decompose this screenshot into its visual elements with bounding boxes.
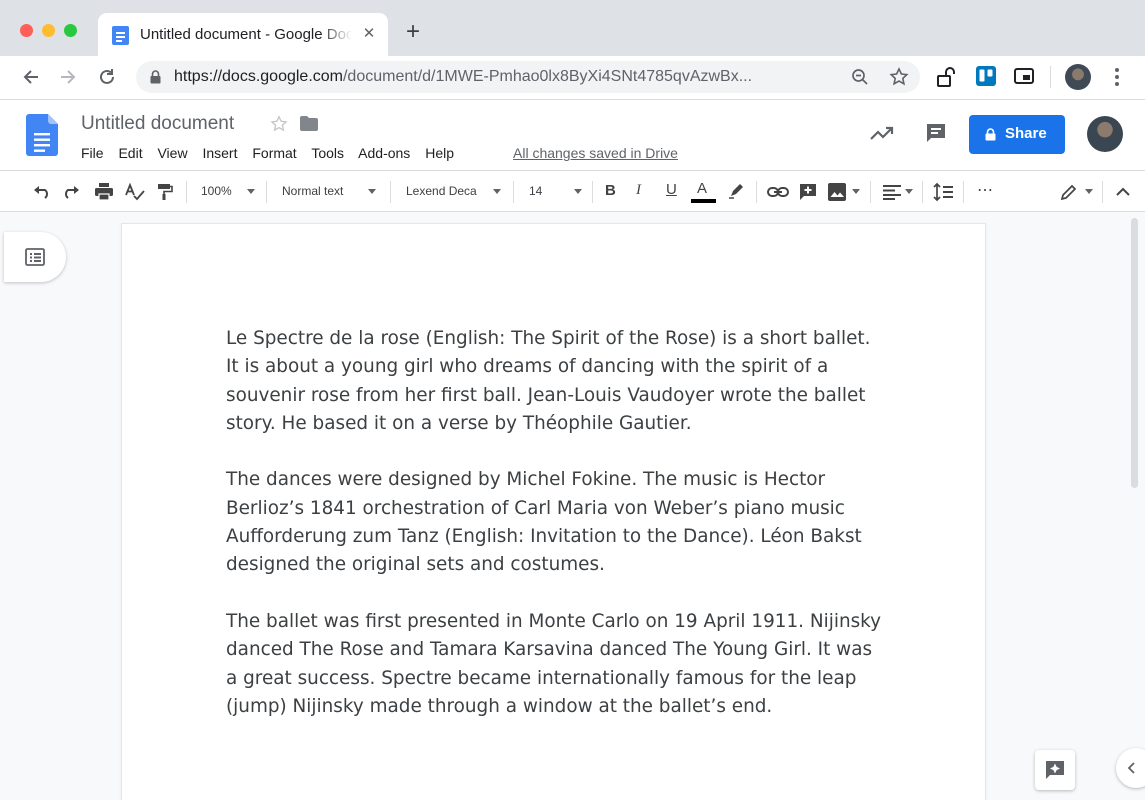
trello-extension-icon[interactable] [976, 66, 996, 86]
explore-button[interactable] [1035, 750, 1075, 790]
menu-insert[interactable]: Insert [202, 145, 237, 161]
back-button[interactable] [20, 66, 42, 88]
bookmark-star-icon[interactable] [889, 67, 909, 87]
italic-button[interactable]: I [636, 182, 641, 199]
docs-tab-icon [112, 26, 129, 45]
more-tools-button[interactable]: ⋯ [977, 180, 993, 200]
zoom-dropdown-icon[interactable] [247, 189, 255, 194]
forward-arrow-icon [61, 70, 76, 84]
browser-tab[interactable]: Untitled document - Google Docs ✕ [98, 13, 388, 56]
profile-avatar[interactable] [1065, 64, 1091, 90]
chevron-left-icon [1127, 762, 1135, 774]
font-dropdown-icon[interactable] [493, 189, 501, 194]
line-spacing-icon[interactable] [933, 182, 953, 202]
zoom-icon[interactable] [851, 68, 869, 86]
vertical-scrollbar[interactable] [1131, 218, 1138, 488]
forward-button[interactable] [57, 66, 79, 88]
docs-logo-icon[interactable] [26, 114, 58, 156]
outline-list-icon [25, 248, 45, 266]
browser-menu-icon[interactable] [1110, 66, 1124, 88]
hide-menus-chevron-up-icon[interactable] [1115, 186, 1131, 198]
menu-view[interactable]: View [157, 145, 187, 161]
text-color-swatch [691, 199, 716, 203]
font-select[interactable]: Lexend Deca [406, 184, 477, 198]
share-button[interactable]: Share [969, 115, 1065, 154]
undo-icon[interactable] [33, 185, 51, 199]
star-icon[interactable] [270, 115, 288, 133]
document-title[interactable]: Untitled document [81, 113, 234, 135]
menu-tools[interactable]: Tools [311, 145, 344, 161]
paragraph[interactable]: Le Spectre de la rose (English: The Spir… [226, 325, 886, 438]
spellcheck-icon[interactable] [124, 183, 146, 201]
editing-mode-dropdown-icon[interactable] [1085, 189, 1093, 194]
browser-tab-strip: Untitled document - Google Docs ✕ + [0, 0, 1145, 56]
menu-edit[interactable]: Edit [118, 145, 142, 161]
print-icon[interactable] [94, 183, 114, 201]
menu-bar: File Edit View Insert Format Tools Add-o… [81, 145, 465, 161]
lock-icon [150, 70, 161, 84]
add-comment-icon[interactable] [799, 183, 817, 201]
toolbar-divider [1050, 66, 1051, 88]
paint-format-icon[interactable] [157, 183, 173, 201]
align-left-icon[interactable] [883, 184, 901, 200]
image-dropdown-icon[interactable] [852, 189, 860, 194]
explore-sparkle-icon [1046, 761, 1064, 779]
font-size-dropdown-icon[interactable] [574, 189, 582, 194]
document-outline-button[interactable] [4, 232, 66, 282]
back-arrow-icon [23, 70, 38, 84]
url-text: https://docs.google.com/document/d/1MWE-… [174, 68, 753, 85]
underline-button[interactable]: U [666, 181, 677, 198]
format-toolbar: 100% Normal text Lexend Deca 14 B I U A … [0, 170, 1145, 212]
text-color-letter: A [697, 180, 708, 197]
share-label: Share [1005, 125, 1047, 142]
paragraph[interactable]: The ballet was first presented in Monte … [226, 608, 886, 721]
activity-trend-icon[interactable] [869, 124, 895, 142]
document-body[interactable]: Le Spectre de la rose (English: The Spir… [226, 325, 886, 749]
style-select[interactable]: Normal text [282, 184, 343, 198]
new-tab-button[interactable]: + [402, 20, 424, 44]
account-avatar[interactable] [1087, 116, 1123, 152]
save-status-link[interactable]: All changes saved in Drive [513, 145, 678, 161]
extension-unlock-icon[interactable] [936, 66, 956, 88]
text-color-button[interactable]: A [690, 177, 716, 205]
tab-title: Untitled document - Google Docs [140, 26, 352, 43]
align-dropdown-icon[interactable] [905, 189, 913, 194]
minimize-window-button[interactable] [42, 24, 55, 37]
share-lock-icon [985, 128, 996, 141]
picture-in-picture-icon[interactable] [1014, 67, 1034, 85]
reload-icon [100, 69, 114, 84]
menu-help[interactable]: Help [425, 145, 454, 161]
menu-add-ons[interactable]: Add-ons [358, 145, 410, 161]
close-window-button[interactable] [20, 24, 33, 37]
reload-button[interactable] [96, 66, 118, 88]
style-dropdown-icon[interactable] [368, 189, 376, 194]
menu-file[interactable]: File [81, 145, 104, 161]
bold-button[interactable]: B [605, 182, 616, 199]
highlight-color-icon[interactable] [728, 183, 744, 199]
font-size-select[interactable]: 14 [529, 184, 542, 198]
folder-icon[interactable] [300, 116, 318, 131]
address-bar[interactable]: https://docs.google.com/document/d/1MWE-… [136, 61, 920, 93]
paragraph[interactable]: The dances were designed by Michel Fokin… [226, 466, 886, 579]
document-page[interactable]: Le Spectre de la rose (English: The Spir… [122, 224, 985, 800]
zoom-select[interactable]: 100% [201, 184, 232, 198]
insert-image-icon[interactable] [828, 183, 846, 201]
comment-history-icon[interactable] [925, 122, 947, 144]
insert-link-icon[interactable] [767, 186, 789, 198]
menu-format[interactable]: Format [252, 145, 296, 161]
redo-icon[interactable] [62, 185, 80, 199]
maximize-window-button[interactable] [64, 24, 77, 37]
tab-close-icon[interactable]: ✕ [360, 25, 378, 43]
editing-mode-pencil-icon[interactable] [1060, 183, 1078, 201]
